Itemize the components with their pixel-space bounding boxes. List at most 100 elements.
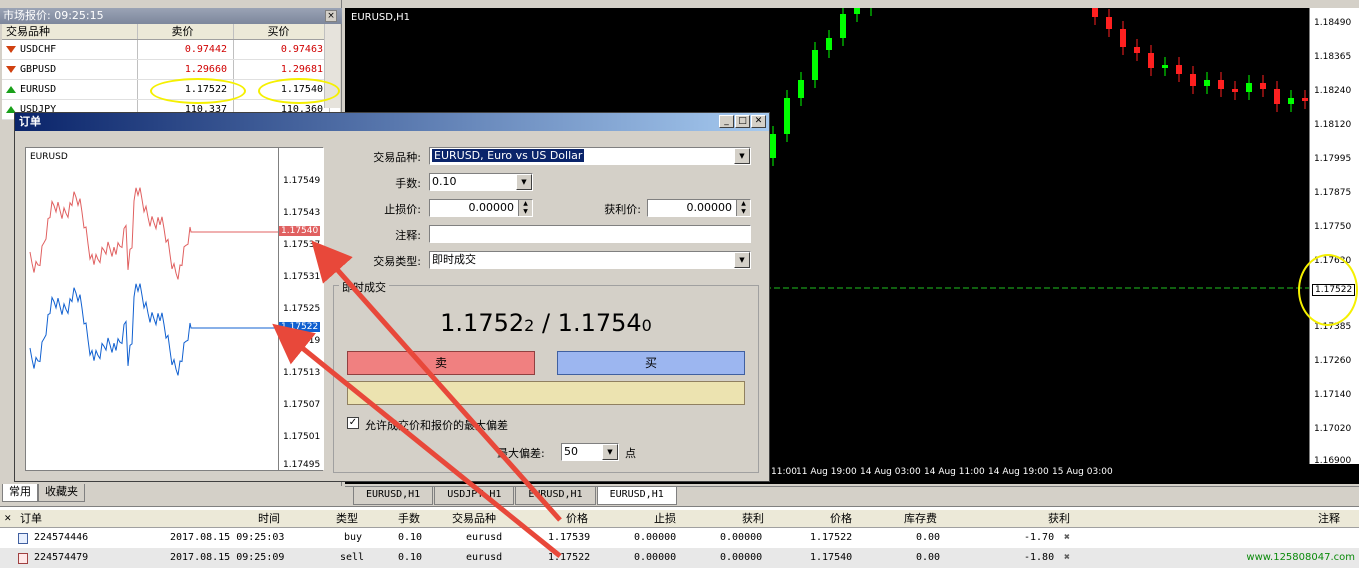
ask-price-tag: 1.17540 bbox=[279, 226, 321, 236]
column-header-type[interactable]: 类型 bbox=[336, 510, 358, 528]
spinner-icon[interactable]: ▲ ▼ bbox=[736, 200, 750, 216]
group-label: 即时成交 bbox=[339, 279, 389, 295]
column-header-swap[interactable]: 库存费 bbox=[904, 510, 937, 528]
market-watch-table: 交易品种 卖价 买价 USDCHF 0.97442 0.97463 GBPUSD… bbox=[2, 24, 340, 120]
chart-tab[interactable]: EURUSD,H1 bbox=[353, 487, 434, 505]
profit-cell: -1.70 bbox=[1024, 532, 1055, 543]
candle bbox=[1302, 98, 1308, 101]
chevron-down-icon[interactable]: ▼ bbox=[734, 148, 750, 164]
candle bbox=[1190, 74, 1196, 86]
price-label: 1.17260 bbox=[1314, 356, 1352, 366]
time-label: 15 Aug 03:00 bbox=[1052, 467, 1113, 477]
price-axis: 1.18490 1.18365 1.18240 1.18120 1.17995 … bbox=[1309, 8, 1359, 466]
spinner-icon[interactable]: ▲ ▼ bbox=[518, 200, 532, 216]
column-header-tp[interactable]: 获利 bbox=[742, 510, 764, 528]
tick-chart: EURUSD 1.17549 1.17543 1.17537 1.17531 1… bbox=[25, 147, 324, 471]
price-label: 1.18120 bbox=[1314, 120, 1352, 130]
column-header-profit[interactable]: 获利 bbox=[1048, 510, 1070, 528]
order-icon bbox=[18, 533, 28, 544]
chevron-down-icon[interactable]: ▼ bbox=[734, 252, 750, 268]
column-header-time[interactable]: 时间 bbox=[258, 510, 280, 528]
close-order-icon[interactable]: ✖ bbox=[1064, 528, 1070, 548]
volume-combo[interactable]: 0.10 ▼ bbox=[429, 173, 533, 191]
price-label: 1.17995 bbox=[1314, 154, 1352, 164]
price-label: 1.17140 bbox=[1314, 390, 1352, 400]
swap-cell: 0.00 bbox=[916, 552, 941, 563]
arrow-down-icon bbox=[6, 66, 16, 73]
column-header-symbol[interactable]: 交易品种 bbox=[452, 510, 496, 528]
chart-tabs: EURUSD,H1 USDJPY,H1 EURUSD,H1 EURUSD,H1 bbox=[345, 486, 1359, 506]
chart-tab[interactable]: USDJPY,H1 bbox=[434, 487, 515, 505]
ask-quote-pip: 0 bbox=[641, 316, 652, 335]
price-label: 1.18365 bbox=[1314, 52, 1352, 62]
bid-quote: 1.1752 bbox=[440, 309, 525, 337]
table-row[interactable]: GBPUSD 1.29660 1.29681 bbox=[2, 60, 340, 80]
current-price-cell: 1.17540 bbox=[810, 552, 853, 563]
stop-loss-stepper[interactable]: 0.00000 ▲ ▼ bbox=[429, 199, 533, 217]
column-header-current-price[interactable]: 价格 bbox=[830, 510, 852, 528]
swap-cell: 0.00 bbox=[916, 532, 941, 543]
type-cell: buy bbox=[344, 532, 363, 543]
table-row[interactable]: 224574446 2017.08.15 09:25:03 buy 0.10 e… bbox=[0, 528, 1359, 548]
take-profit-stepper[interactable]: 0.00000 ▲ ▼ bbox=[647, 199, 751, 217]
column-header-price[interactable]: 价格 bbox=[566, 510, 588, 528]
column-header-volume[interactable]: 手数 bbox=[398, 510, 420, 528]
candle bbox=[1134, 47, 1140, 53]
tab-common[interactable]: 常用 bbox=[2, 484, 38, 502]
minimize-icon[interactable]: _ bbox=[719, 115, 734, 128]
price-label: 1.17549 bbox=[283, 176, 321, 186]
dialog-title: 订单 bbox=[15, 113, 769, 131]
deviation-label: 最大偏差: bbox=[497, 447, 545, 460]
order-dialog: 订单 _ □ ✕ EURUSD 1.17549 1.17543 1.17537 … bbox=[14, 112, 770, 482]
terminal-header: ✕ 订单 时间 类型 手数 交易品种 价格 止损 获利 价格 库存费 获利 注释 bbox=[0, 510, 1359, 528]
close-icon[interactable]: ✕ bbox=[4, 510, 12, 528]
place-order-button[interactable] bbox=[347, 381, 745, 405]
column-header-ask[interactable]: 买价 bbox=[234, 24, 330, 39]
chevron-down-icon[interactable]: ▼ bbox=[516, 174, 532, 190]
comment-input[interactable] bbox=[429, 225, 751, 243]
tab-favorites[interactable]: 收藏夹 bbox=[38, 484, 85, 502]
price-label: 1.17525 bbox=[283, 304, 321, 314]
symbol-select[interactable]: EURUSD, Euro vs US Dollar ▼ bbox=[429, 147, 751, 165]
order-type-select[interactable]: 即时成交 ▼ bbox=[429, 251, 751, 269]
bid-quote-pip: 2 bbox=[524, 316, 535, 335]
tp-cell: 0.00000 bbox=[720, 552, 763, 563]
chart-tab-active[interactable]: EURUSD,H1 bbox=[596, 487, 677, 505]
candle bbox=[1218, 80, 1224, 89]
market-watch-tabs: 常用 收藏夹 bbox=[2, 484, 342, 502]
sell-button[interactable]: 卖 bbox=[347, 351, 535, 375]
maximize-icon[interactable]: □ bbox=[735, 115, 750, 128]
sl-cell: 0.00000 bbox=[634, 552, 677, 563]
candle bbox=[1092, 8, 1098, 17]
price-label: 1.17537 bbox=[283, 240, 321, 250]
price-label: 1.17519 bbox=[283, 336, 321, 346]
column-header-ticket[interactable]: 订单 bbox=[20, 510, 42, 528]
profit-cell: -1.80 bbox=[1024, 552, 1055, 563]
column-header-sl[interactable]: 止损 bbox=[654, 510, 676, 528]
candle bbox=[770, 134, 776, 158]
trade-terminal: ✕ 订单 时间 类型 手数 交易品种 价格 止损 获利 价格 库存费 获利 注释… bbox=[0, 506, 1359, 568]
column-header-symbol[interactable]: 交易品种 bbox=[2, 24, 138, 39]
price-label: 1.17501 bbox=[283, 432, 321, 442]
symbol-cell: eurusd bbox=[466, 552, 503, 563]
chart-tab[interactable]: EURUSD,H1 bbox=[515, 487, 596, 505]
deviation-combo[interactable]: 50 ▼ bbox=[561, 443, 619, 461]
column-header-comment[interactable]: 注释 bbox=[1318, 510, 1340, 528]
table-row[interactable]: USDCHF 0.97442 0.97463 bbox=[2, 40, 340, 60]
quote-display: 1.17522 / 1.17540 bbox=[333, 309, 759, 337]
bid-price: 0.97442 bbox=[138, 40, 234, 59]
column-header-bid[interactable]: 卖价 bbox=[138, 24, 234, 39]
price-label: 1.16900 bbox=[1314, 456, 1352, 466]
buy-button[interactable]: 买 bbox=[557, 351, 745, 375]
chevron-down-icon[interactable]: ▼ bbox=[602, 444, 618, 460]
close-icon[interactable]: ✕ bbox=[751, 115, 766, 128]
deviation-checkbox[interactable]: ✓ bbox=[347, 417, 359, 429]
table-row[interactable]: 224574479 2017.08.15 09:25:09 sell 0.10 … bbox=[0, 548, 1359, 568]
time-label: 14 Aug 19:00 bbox=[988, 467, 1049, 477]
deviation-checkbox-label: 允许成交价和报价的最大偏差 bbox=[365, 419, 508, 432]
close-order-icon[interactable]: ✖ bbox=[1064, 548, 1070, 568]
price-label: 1.17531 bbox=[283, 272, 321, 282]
market-watch-title: 市场报价: 09:25:15 bbox=[0, 8, 342, 24]
close-icon[interactable]: × bbox=[325, 10, 337, 22]
arrow-up-icon bbox=[6, 86, 16, 93]
